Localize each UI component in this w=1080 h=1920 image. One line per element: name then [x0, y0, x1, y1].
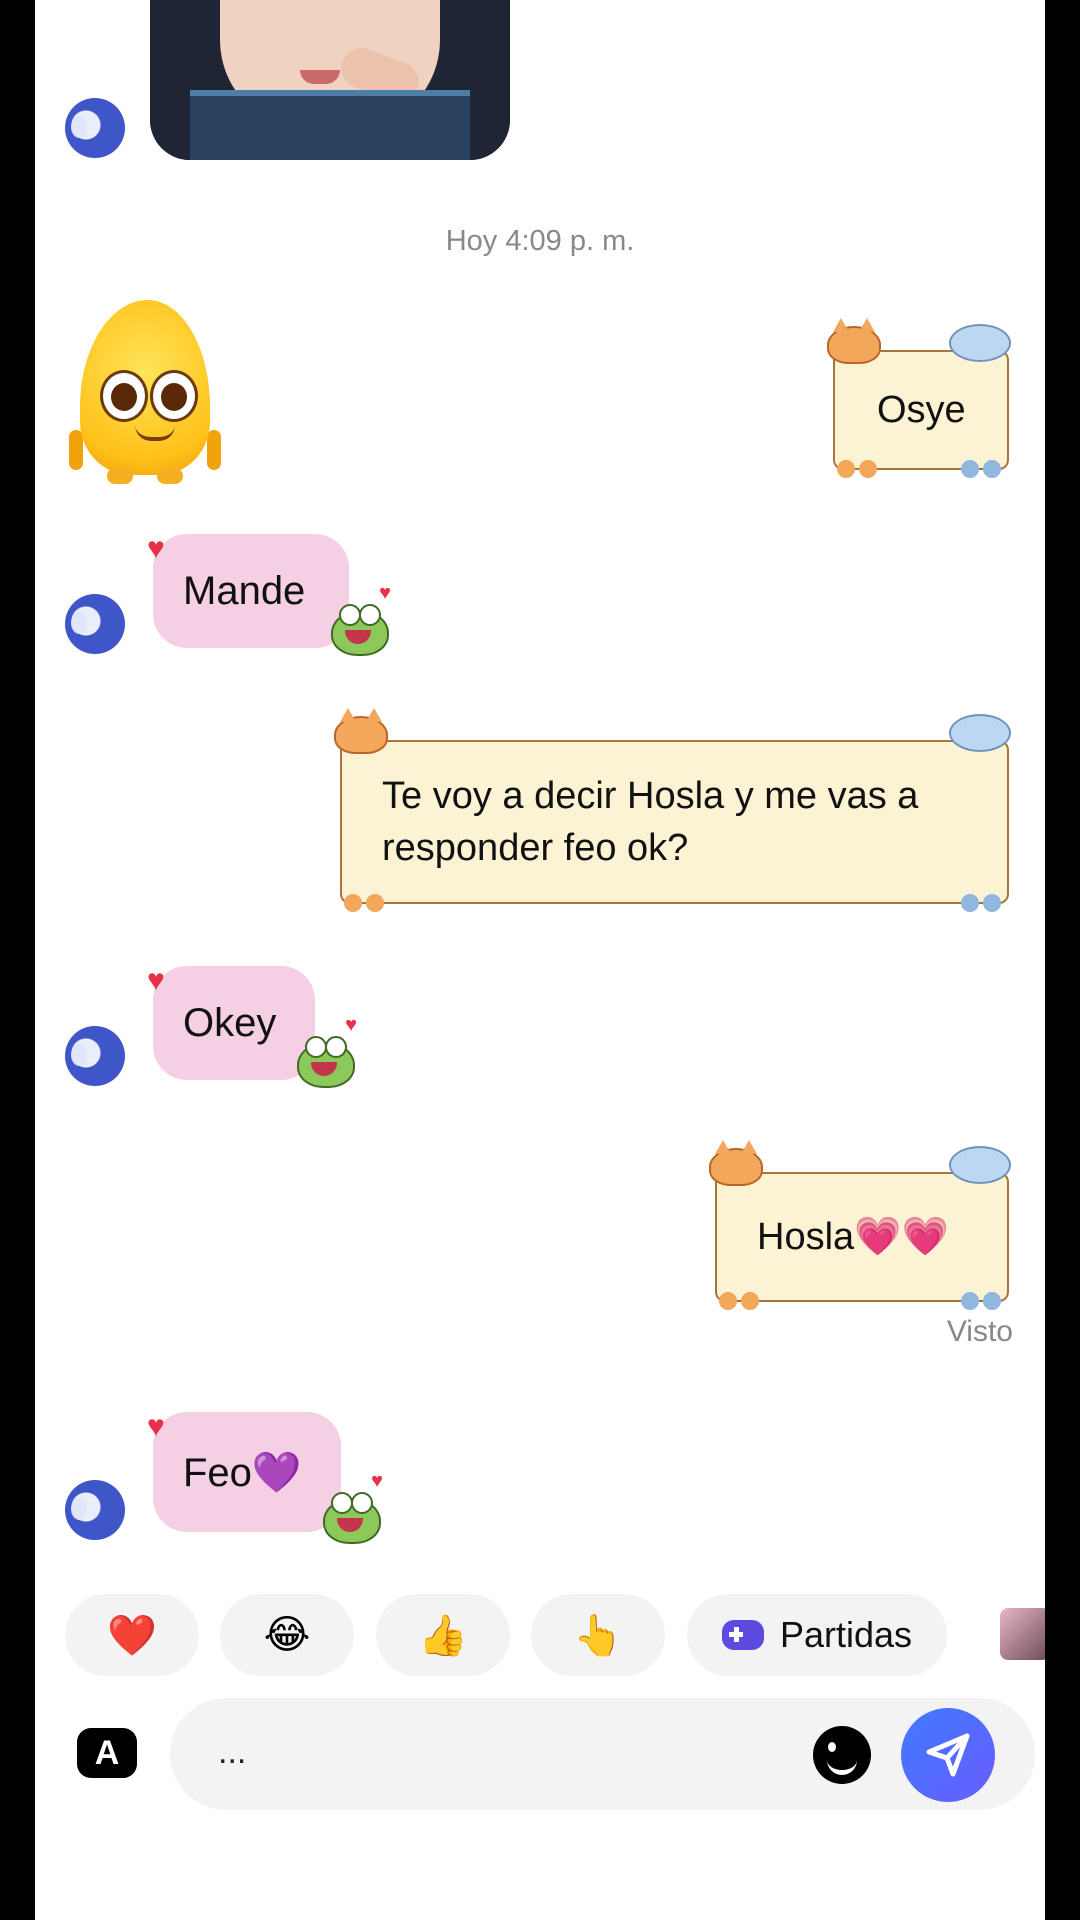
quick-reply-laugh[interactable]: 😂	[220, 1594, 354, 1676]
message-text: Okey	[183, 1000, 277, 1045]
message-received[interactable]: ♥ Okey	[147, 964, 315, 1080]
quick-reply-thumbs-up[interactable]: 👍	[376, 1594, 510, 1676]
message-text: Feo💜	[183, 1450, 302, 1495]
games-button[interactable]: Partidas	[687, 1594, 947, 1676]
seen-status: Visto	[946, 1315, 1013, 1348]
frog-sticker-icon: ♥	[331, 582, 391, 656]
chat-screen: Hoy 4:09 p. m. Osye ♥ Mande ♥ Te voy a d…	[35, 0, 1045, 1920]
heart-icon: ♥	[147, 1410, 165, 1443]
gamepad-icon	[721, 1620, 764, 1650]
quick-reply-point[interactable]: 👆	[531, 1594, 665, 1676]
timestamp: Hoy 4:09 p. m.	[445, 225, 635, 257]
keyboard-toggle-button[interactable]: A	[77, 1728, 137, 1778]
contact-avatar[interactable]	[65, 1480, 125, 1540]
frog-sticker-icon: ♥	[323, 1470, 383, 1544]
message-text: Hosla💗💗	[757, 1216, 949, 1258]
heart-icon: ❤️	[107, 1613, 157, 1658]
message-sent[interactable]: Te voy a decir Hosla y me vas a responde…	[334, 708, 1011, 912]
contact-avatar[interactable]	[65, 1026, 125, 1086]
message-sent[interactable]: Hosla💗💗	[709, 1140, 1011, 1310]
message-input-text: ...	[218, 1733, 247, 1771]
image-message[interactable]	[150, 0, 510, 160]
games-label: Partidas	[779, 1614, 913, 1655]
heart-icon: ♥	[147, 532, 165, 565]
pointing-hand-icon: 👆	[573, 1613, 623, 1658]
message-text: Osye	[877, 389, 966, 431]
emoji-icon[interactable]	[813, 1726, 871, 1784]
message-text: Mande	[183, 568, 306, 613]
message-received[interactable]: ♥ Mande	[147, 532, 349, 648]
contact-avatar[interactable]	[65, 98, 125, 158]
contact-avatar[interactable]	[65, 594, 125, 654]
laugh-icon: 😂	[263, 1613, 311, 1657]
heart-icon: ♥	[147, 964, 165, 997]
message-text: Te voy a decir Hosla y me vas a responde…	[382, 775, 919, 869]
message-sent[interactable]: Osye	[827, 318, 1011, 478]
message-received[interactable]: ♥ Feo💜	[147, 1410, 341, 1532]
quick-reply-bar: ❤️ 😂 👍 👆 Partidas	[65, 1594, 1045, 1676]
frog-sticker-icon: ♥	[297, 1014, 357, 1088]
send-icon	[926, 1733, 970, 1777]
quick-reply-heart[interactable]: ❤️	[65, 1594, 199, 1676]
gallery-thumbnail[interactable]	[1000, 1608, 1045, 1660]
send-button[interactable]	[901, 1708, 995, 1802]
sticker-message[interactable]	[65, 300, 225, 490]
thumbs-up-icon: 👍	[418, 1613, 468, 1658]
